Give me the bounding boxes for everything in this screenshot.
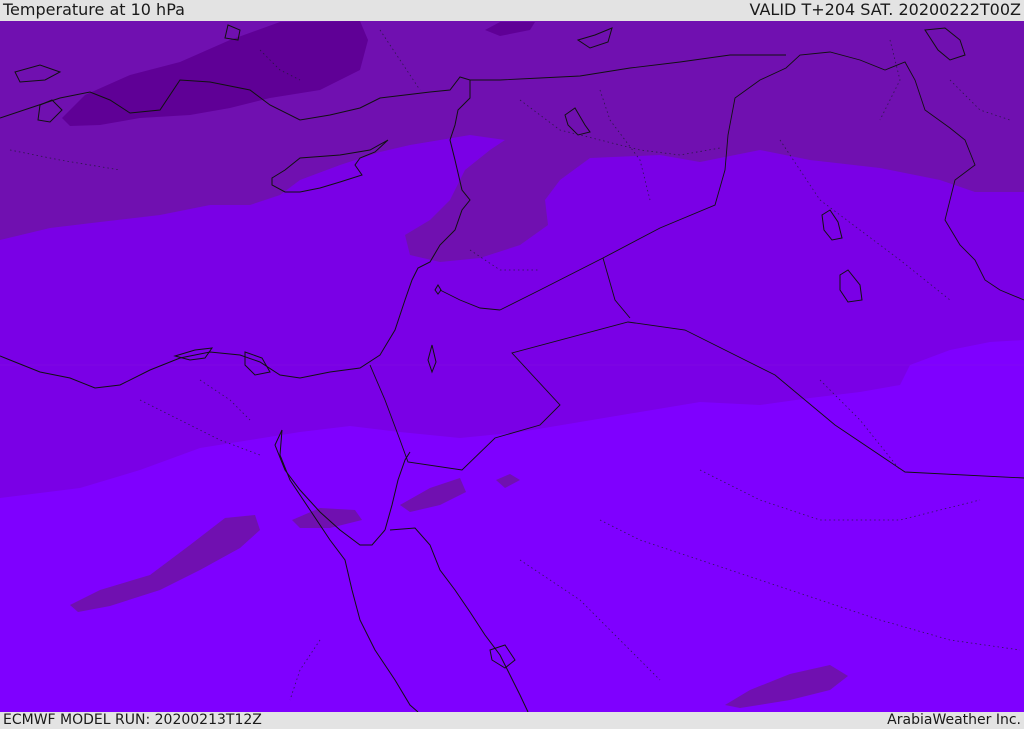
footer-bar: ECMWF MODEL RUN: 20200213T12Z ArabiaWeat… — [0, 712, 1024, 729]
map-title: Temperature at 10 hPa — [3, 0, 185, 19]
model-run: ECMWF MODEL RUN: 20200213T12Z — [3, 712, 262, 728]
valid-time: VALID T+204 SAT. 20200222T00Z — [749, 0, 1021, 19]
header-bar: Temperature at 10 hPa VALID T+204 SAT. 2… — [0, 0, 1024, 21]
credit-text: ArabiaWeather Inc. — [887, 712, 1021, 728]
temperature-map — [0, 21, 1024, 712]
